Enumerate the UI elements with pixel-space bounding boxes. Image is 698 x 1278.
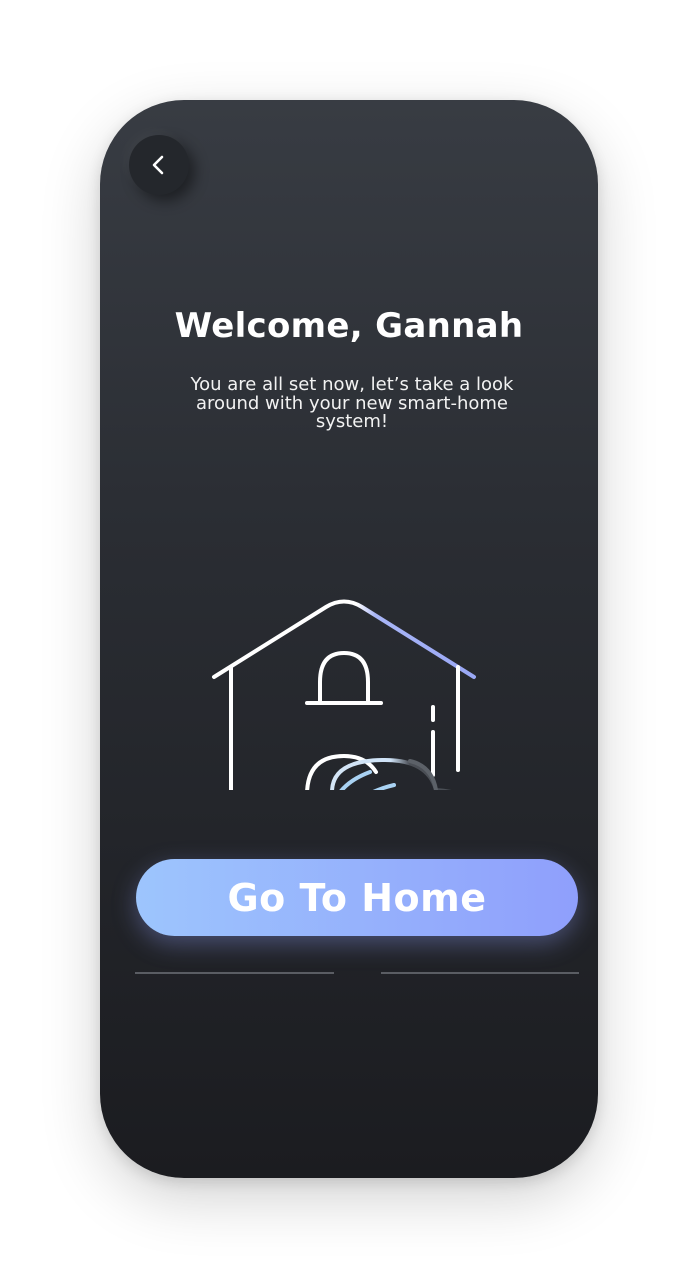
- phone-screen: Welcome, Gannah You are all set now, let…: [100, 100, 598, 1178]
- smart-home-cloud-icon: [212, 599, 476, 790]
- page-title: Welcome, Gannah: [174, 306, 524, 346]
- divider-left: [135, 972, 334, 974]
- welcome-message: You are all set now, let’s take a look a…: [190, 374, 514, 432]
- chevron-left-icon: [152, 155, 164, 175]
- back-button[interactable]: [129, 135, 189, 195]
- divider-right: [381, 972, 579, 974]
- go-to-home-button[interactable]: Go To Home: [136, 859, 578, 936]
